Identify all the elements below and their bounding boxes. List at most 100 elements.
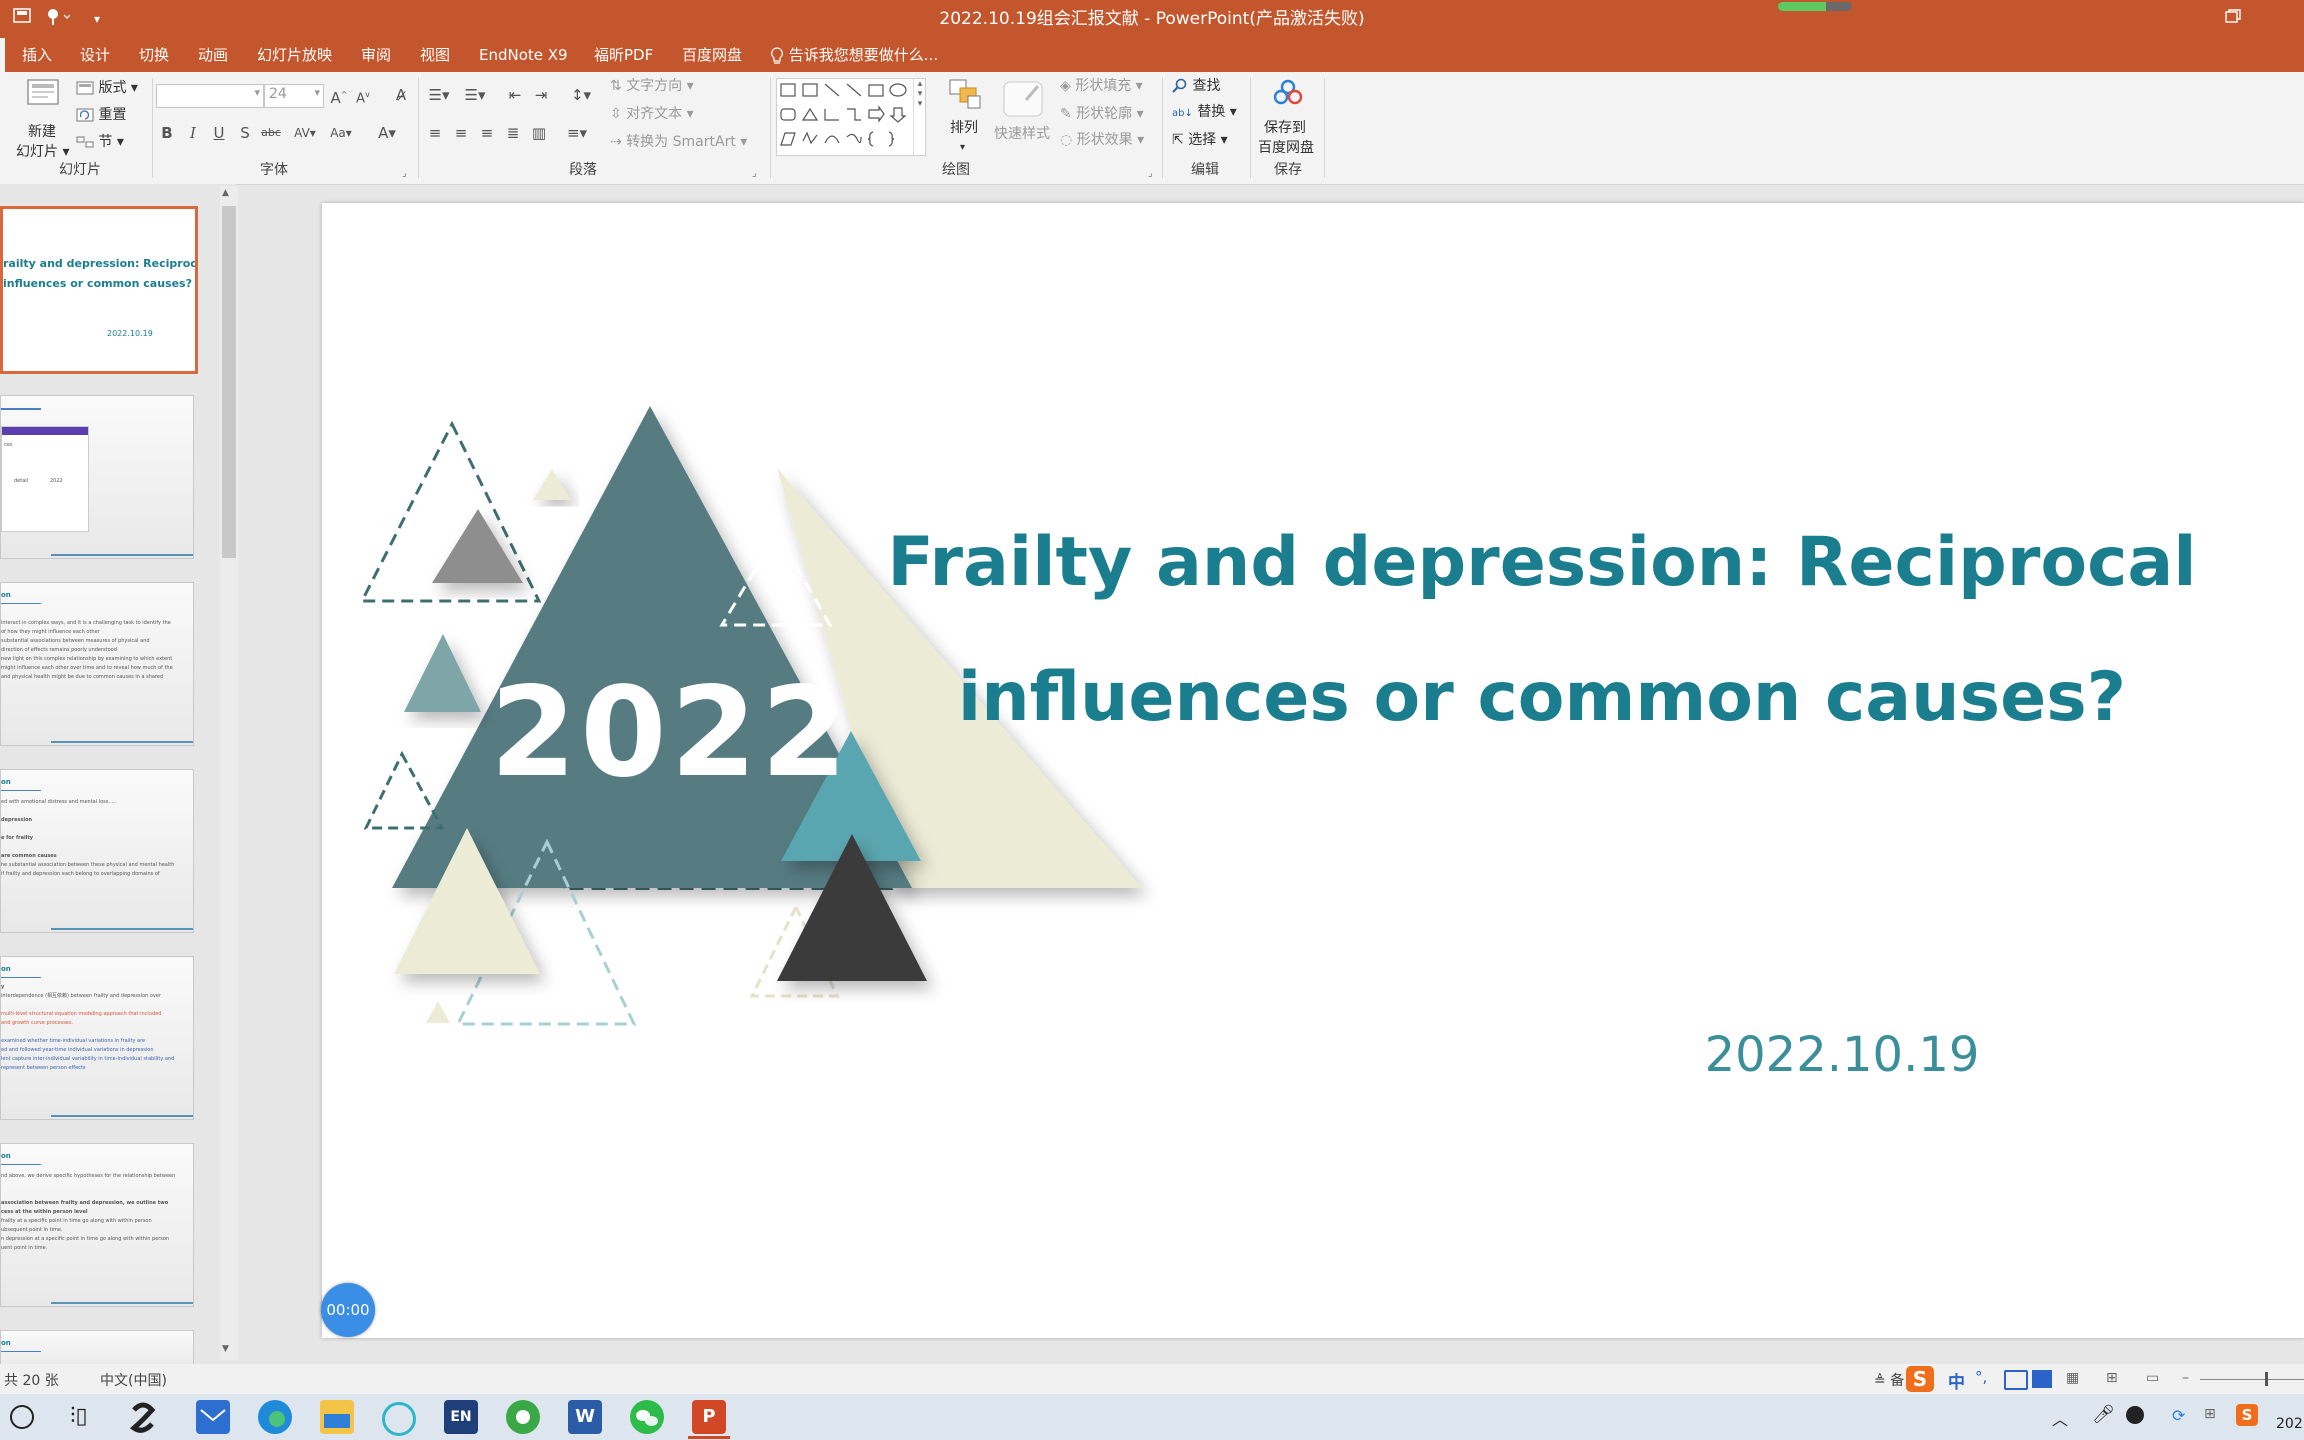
file-explorer-icon[interactable] [320, 1400, 354, 1434]
restore-window-icon[interactable] [2222, 8, 2244, 28]
tab-transitions[interactable]: 切换 [139, 38, 169, 72]
zoom-out-icon[interactable]: – [2182, 1370, 2189, 1386]
tab-endnote[interactable]: EndNote X9 [479, 38, 568, 72]
slide-thumbnail-2[interactable]: ces detail 2022 [0, 395, 194, 559]
font-size-select[interactable]: 24 ▾ [264, 84, 324, 108]
scrollbar-thumb[interactable] [222, 206, 236, 558]
show-hidden-icons[interactable]: ︿ [2052, 1406, 2068, 1430]
slide-thumbnail-3[interactable]: on interact in complex ways, and it is a… [0, 582, 194, 746]
slide-thumbnail-1[interactable]: railty and depression: Reciprocal influe… [0, 206, 198, 374]
sogou-tray-icon[interactable]: S [2236, 1404, 2258, 1426]
decrease-indent-icon[interactable]: ⇤ [504, 84, 526, 106]
language-indicator[interactable]: 中文(中国) [100, 1370, 167, 1390]
shape-effects-button[interactable]: ◌ 形状效果 ▾ [1060, 130, 1144, 150]
ime-punctuation[interactable]: °, [1975, 1368, 1987, 1386]
increase-indent-icon[interactable]: ⇥ [530, 84, 552, 106]
zoom-slider-thumb[interactable] [2265, 1372, 2268, 1386]
paragraph-dialog-launcher-icon[interactable]: ⌟ [752, 168, 757, 179]
tab-insert[interactable]: 插入 [22, 38, 52, 72]
slide-sorter-icon[interactable]: ⊞ [2106, 1370, 2118, 1386]
shape-outline-button[interactable]: ✎ 形状轮廓 ▾ [1060, 104, 1144, 124]
scroll-up-icon[interactable]: ▲ [222, 188, 229, 198]
task-view-icon[interactable]: ⫶▯ [70, 1404, 88, 1429]
find-button[interactable]: 查找 [1172, 76, 1220, 96]
microphone-icon[interactable]: 🎤︎ [2092, 1404, 2115, 1425]
slide-thumbnail-4[interactable]: on ed with emotional distress and mental… [0, 769, 194, 933]
char-spacing-icon[interactable]: AV▾ [290, 122, 320, 144]
drawing-dialog-launcher-icon[interactable]: ⌟ [1148, 168, 1153, 179]
arrange-button[interactable]: 排列 ▾ [946, 78, 986, 168]
ie-browser-icon[interactable] [506, 1400, 540, 1434]
shrink-font-icon[interactable]: Av [352, 84, 374, 110]
align-center-icon[interactable]: ≡ [450, 122, 472, 144]
word-app-icon[interactable]: W [568, 1400, 602, 1434]
recording-timer[interactable]: 00:00 [321, 1283, 375, 1337]
font-color-icon[interactable]: A▾ [372, 122, 402, 144]
columns-icon[interactable]: ▥ [528, 122, 550, 144]
shadow-icon[interactable]: S [234, 122, 256, 144]
bullets-icon[interactable]: ☰▾ [424, 84, 454, 106]
ime-mode-toggle[interactable]: 中 [1948, 1368, 1965, 1393]
qq-tray-icon[interactable] [2126, 1406, 2144, 1424]
align-right-icon[interactable]: ≡ [476, 122, 498, 144]
font-dialog-launcher-icon[interactable]: ⌟ [402, 168, 407, 179]
quick-styles-button[interactable]: 快速样式 [990, 78, 1056, 168]
line-spacing-icon[interactable]: ↕▾ [566, 84, 596, 106]
tab-review[interactable]: 审阅 [361, 38, 391, 72]
strikethrough-icon[interactable]: abc [260, 122, 282, 144]
underline-icon[interactable]: U [208, 122, 230, 144]
zoom-slider[interactable] [2200, 1379, 2304, 1380]
sogou-ime-icon[interactable]: S [1906, 1366, 1934, 1392]
tell-me-search[interactable]: 告诉我您想要做什么... [770, 38, 938, 72]
tab-baidu-netdisk[interactable]: 百度网盘 [682, 38, 742, 72]
tab-foxit-pdf[interactable]: 福昕PDF [594, 38, 653, 72]
normal-view-icon[interactable]: ▦ [2066, 1370, 2079, 1386]
ime-tray-icon[interactable]: ⊞ [2204, 1406, 2216, 1422]
numbering-icon[interactable]: ☰▾ [460, 84, 490, 106]
reset-button[interactable]: 重置 [76, 105, 126, 125]
replace-button[interactable]: ab↓ 替换 ▾ [1172, 102, 1237, 124]
grow-font-icon[interactable]: A^ [328, 84, 350, 109]
wechat-app-icon[interactable] [630, 1400, 664, 1434]
tab-animations[interactable]: 动画 [198, 38, 228, 72]
save-to-baidu-button[interactable]: 保存到 百度网盘 [1256, 78, 1320, 162]
slide-thumbnail-5[interactable]: on y interdependence (相互依赖) between frai… [0, 956, 194, 1120]
new-slide-button[interactable]: 新建 幻灯片 ▾ [14, 78, 69, 160]
notes-button[interactable]: ≜ 备 [1874, 1370, 1904, 1390]
tab-slideshow[interactable]: 幻灯片放映 [257, 38, 332, 72]
slide-canvas[interactable]: 2022 Frailty and depression: Reciprocal … [322, 203, 2304, 1338]
soft-keyboard-icon[interactable] [2004, 1370, 2028, 1390]
endnote-app-icon[interactable]: EN [444, 1400, 478, 1434]
justify-icon[interactable]: ≣ [502, 122, 524, 144]
start-circle-icon[interactable] [10, 1405, 34, 1429]
mail-app-icon[interactable] [196, 1400, 230, 1434]
font-name-select[interactable]: ▾ [156, 84, 264, 108]
app-icon-teal[interactable] [382, 1402, 416, 1436]
align-text-button[interactable]: ⇳ 对齐文本 ▾ [610, 104, 694, 124]
reading-view-icon[interactable]: ▭ [2146, 1370, 2159, 1386]
convert-smartart-button[interactable]: ⇢ 转换为 SmartArt ▾ [610, 132, 747, 152]
edge-browser-icon[interactable] [258, 1400, 292, 1434]
sync-tray-icon[interactable]: ⟳ [2172, 1406, 2185, 1425]
layout-button[interactable]: 版式 ▾ [76, 78, 138, 98]
clock[interactable]: 202 [2276, 1416, 2303, 1432]
powerpoint-app-icon[interactable]: P [692, 1400, 726, 1434]
slide-thumbnail-6[interactable]: on nd above, we derive specific hypothes… [0, 1143, 194, 1307]
clear-format-icon[interactable]: A̷ [390, 84, 412, 106]
section-button[interactable]: 节 ▾ [76, 132, 124, 152]
shapes-scroll[interactable]: ▴ ▾ ▾ [913, 79, 926, 155]
scroll-down-icon[interactable]: ▼ [222, 1344, 229, 1354]
bold-icon[interactable]: B [156, 122, 178, 144]
paragraph-more-icon[interactable]: ≡▾ [562, 122, 592, 144]
shapes-gallery[interactable]: ▴ ▾ ▾ [776, 78, 926, 156]
text-direction-button[interactable]: ⇅ 文字方向 ▾ [610, 76, 694, 96]
shape-fill-button[interactable]: ◈ 形状填充 ▾ [1060, 76, 1143, 96]
tab-view[interactable]: 视图 [420, 38, 450, 72]
ime-toolbox-icon[interactable] [2032, 1370, 2052, 1388]
sogou-app-icon[interactable] [126, 1400, 160, 1434]
italic-icon[interactable]: I [182, 122, 204, 144]
select-button[interactable]: ⇱ 选择 ▾ [1172, 130, 1228, 150]
tab-design[interactable]: 设计 [80, 38, 110, 72]
align-left-icon[interactable]: ≡ [424, 122, 446, 144]
change-case-icon[interactable]: Aa▾ [326, 122, 356, 144]
